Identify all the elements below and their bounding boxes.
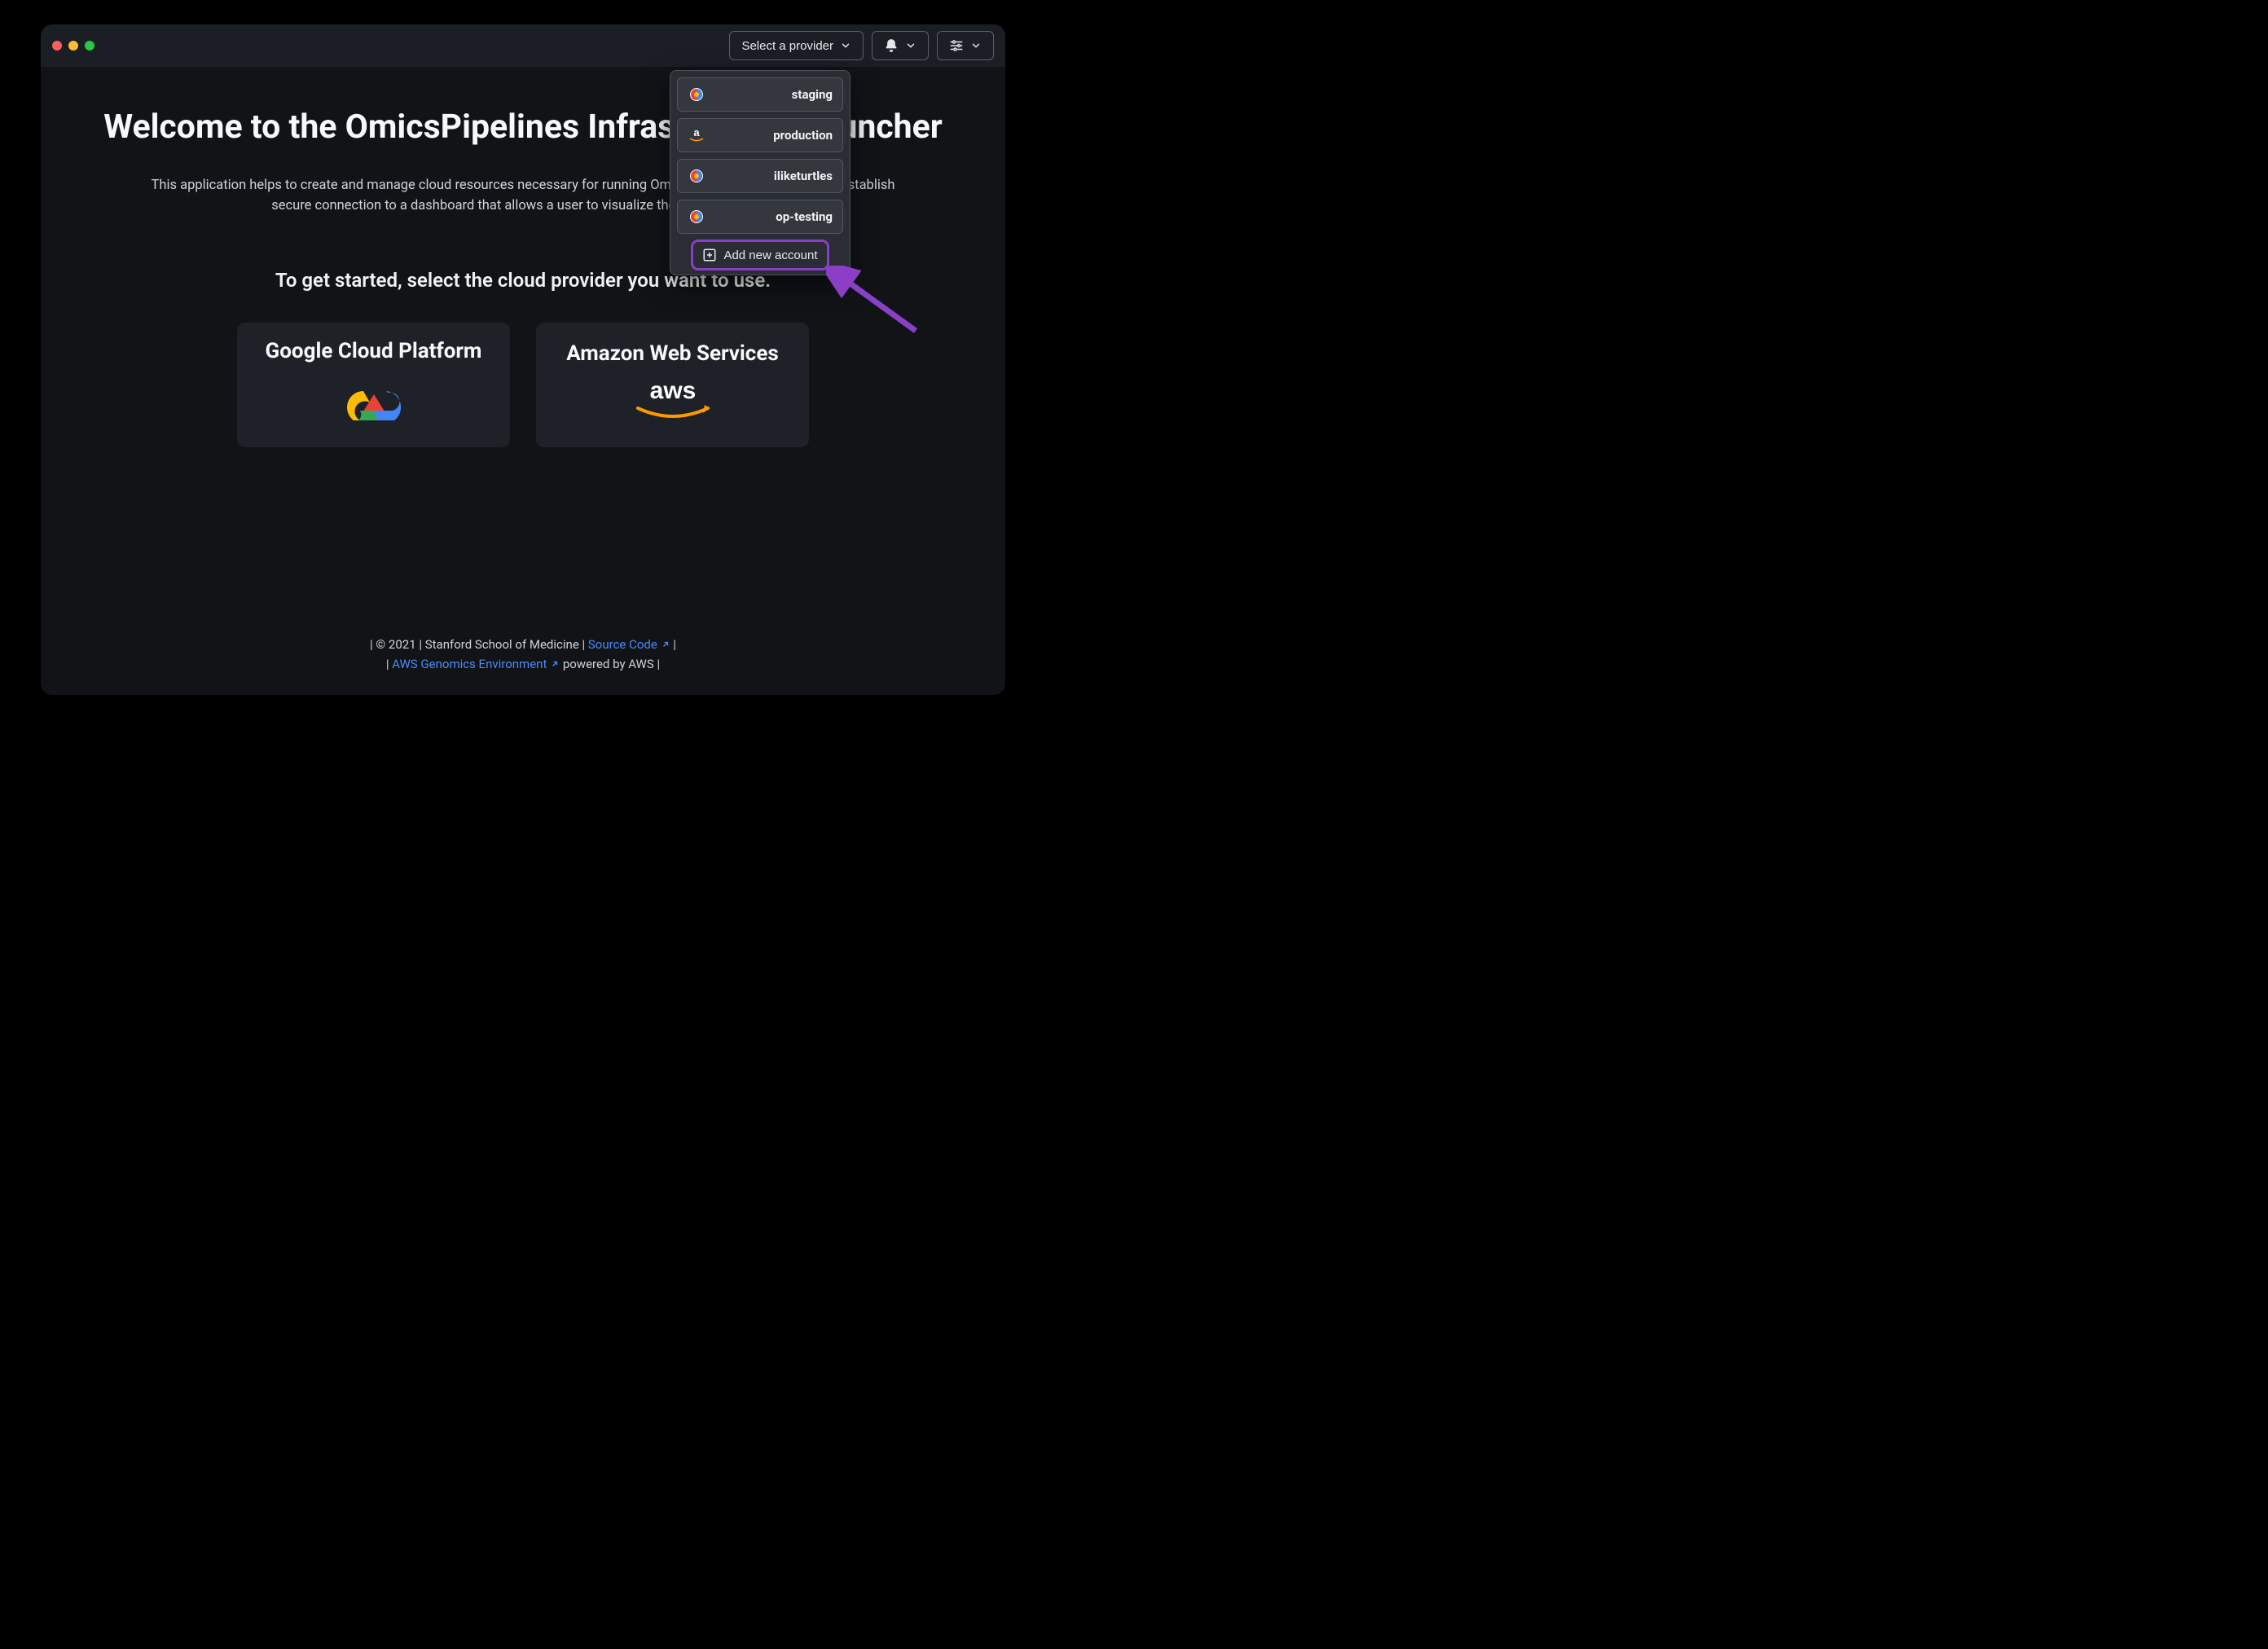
maximize-window-icon[interactable] <box>85 41 94 51</box>
account-item-iliketurtles[interactable]: iliketurtles <box>677 159 843 193</box>
svg-text:aws: aws <box>649 377 696 404</box>
account-item-production[interactable]: a production <box>677 118 843 152</box>
minimize-window-icon[interactable] <box>68 41 78 51</box>
traffic-lights <box>52 41 94 51</box>
provider-card-gcp[interactable]: Google Cloud Platform <box>237 323 510 447</box>
account-item-label: production <box>773 128 833 143</box>
bell-icon <box>884 38 899 53</box>
account-item-label: op-testing <box>776 209 833 224</box>
footer: | © 2021 | Stanford School of Medicine |… <box>41 635 1005 674</box>
footer-copyright: | © 2021 | Stanford School of Medicine | <box>370 637 588 652</box>
aws-genomics-link[interactable]: AWS Genomics Environment <box>392 657 563 671</box>
app-window: Select a provider Welcome to the OmicsPi… <box>41 24 1005 695</box>
account-item-label: staging <box>792 87 833 102</box>
source-code-link[interactable]: Source Code <box>588 637 673 652</box>
add-new-account-label: Add new account <box>723 248 817 262</box>
external-link-icon <box>550 659 560 669</box>
add-new-account-button[interactable]: Add new account <box>693 242 827 268</box>
provider-dropdown-panel: staging a production iliketurtles op-tes… <box>670 70 850 275</box>
footer-aws-trail: powered by AWS | <box>563 657 660 671</box>
aws-icon: a <box>688 126 705 144</box>
gcp-icon <box>688 167 705 185</box>
select-provider-dropdown[interactable]: Select a provider <box>729 31 864 60</box>
svg-text:a: a <box>693 126 700 139</box>
select-provider-label: Select a provider <box>741 39 833 53</box>
footer-sep: | <box>673 637 676 652</box>
gcp-icon <box>688 208 705 226</box>
chevron-down-icon <box>840 40 851 51</box>
chevron-down-icon <box>970 40 982 51</box>
main-content: Welcome to the OmicsPipelines Infrastruc… <box>41 67 1005 447</box>
gcp-icon <box>688 86 705 103</box>
titlebar: Select a provider <box>41 24 1005 67</box>
plus-square-icon <box>702 248 717 262</box>
sliders-icon <box>949 38 964 53</box>
aws-logo-icon: aws <box>628 374 718 428</box>
account-item-staging[interactable]: staging <box>677 77 843 112</box>
provider-card-aws-title: Amazon Web Services <box>566 341 779 366</box>
provider-card-aws[interactable]: Amazon Web Services aws <box>536 323 809 447</box>
close-window-icon[interactable] <box>52 41 62 51</box>
external-link-icon <box>661 640 670 649</box>
account-item-label: iliketurtles <box>774 169 833 183</box>
provider-card-gcp-title: Google Cloud Platform <box>266 339 482 363</box>
account-item-op-testing[interactable]: op-testing <box>677 200 843 234</box>
notifications-button[interactable] <box>872 31 929 60</box>
gcp-logo-icon <box>337 372 411 430</box>
aws-genomics-link-label: AWS Genomics Environment <box>392 657 547 671</box>
chevron-down-icon <box>905 40 916 51</box>
settings-button[interactable] <box>937 31 994 60</box>
source-code-link-label: Source Code <box>588 637 657 652</box>
